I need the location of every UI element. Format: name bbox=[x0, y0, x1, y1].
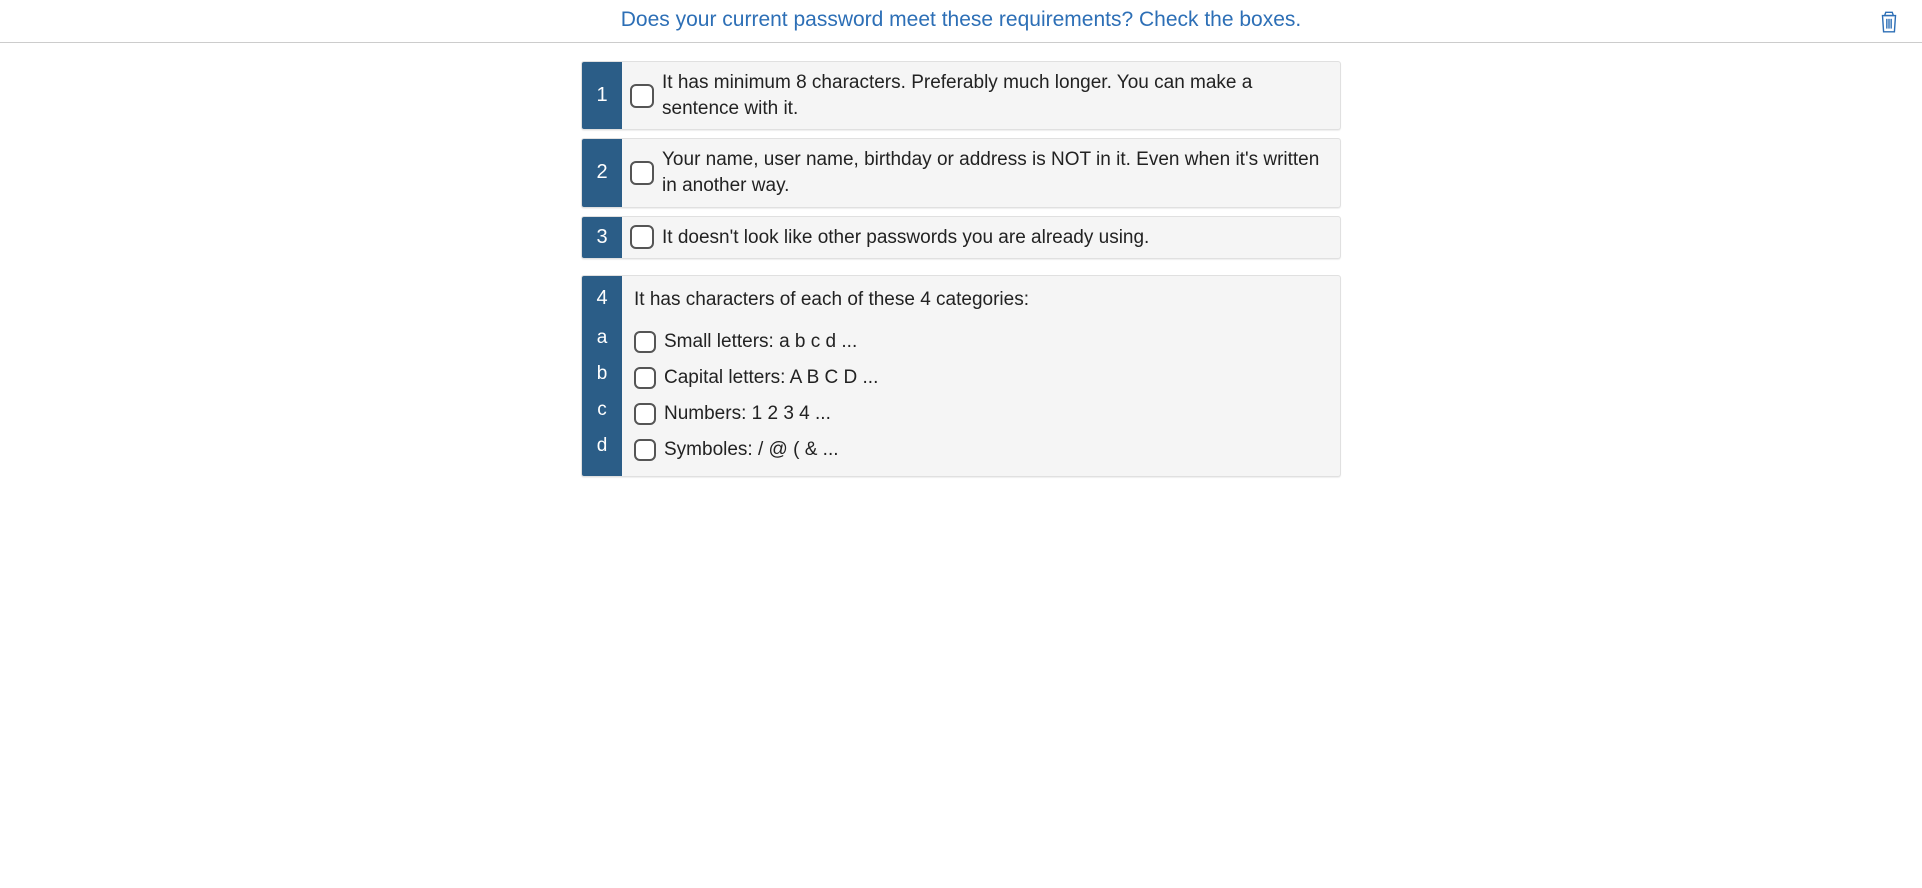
checkbox-4a[interactable] bbox=[634, 331, 656, 353]
sub-text: Symboles: / @ ( & ... bbox=[664, 437, 839, 463]
sub-item-d: Symboles: / @ ( & ... bbox=[634, 432, 1328, 468]
checkbox-4b[interactable] bbox=[634, 367, 656, 389]
group-title: It has characters of each of these 4 cat… bbox=[634, 280, 1328, 320]
delete-button[interactable] bbox=[1874, 6, 1904, 36]
requirement-item-4: 4 a b c d It has characters of each of t… bbox=[581, 275, 1341, 477]
sub-item-a: Small letters: a b c d ... bbox=[634, 324, 1328, 360]
item-body: It has minimum 8 characters. Preferably … bbox=[622, 62, 1340, 129]
checkbox-1[interactable] bbox=[630, 84, 654, 108]
checkbox-3[interactable] bbox=[630, 225, 654, 249]
item-number: 4 bbox=[582, 276, 622, 320]
item-body: Your name, user name, birthday or addres… bbox=[622, 139, 1340, 206]
requirement-item-1: 1 It has minimum 8 characters. Preferabl… bbox=[581, 61, 1341, 130]
sub-letter: d bbox=[582, 428, 622, 464]
sub-item-b: Capital letters: A B C D ... bbox=[634, 360, 1328, 396]
group-left-col: 4 a b c d bbox=[582, 276, 622, 476]
page-title: Does your current password meet these re… bbox=[621, 8, 1302, 32]
sub-text: Small letters: a b c d ... bbox=[664, 329, 857, 355]
item-number: 1 bbox=[582, 62, 622, 129]
group-right-col: It has characters of each of these 4 cat… bbox=[622, 276, 1340, 476]
trash-icon bbox=[1876, 6, 1902, 36]
sub-item-c: Numbers: 1 2 3 4 ... bbox=[634, 396, 1328, 432]
content-area: 1 It has minimum 8 characters. Preferabl… bbox=[581, 61, 1341, 477]
requirement-item-3: 3 It doesn't look like other passwords y… bbox=[581, 216, 1341, 260]
sub-text: Numbers: 1 2 3 4 ... bbox=[664, 401, 831, 427]
checkbox-4d[interactable] bbox=[634, 439, 656, 461]
item-number: 2 bbox=[582, 139, 622, 206]
item-text: Your name, user name, birthday or addres… bbox=[662, 147, 1328, 198]
item-text: It doesn't look like other passwords you… bbox=[662, 225, 1149, 251]
sub-letter: a bbox=[582, 320, 622, 356]
checkbox-2[interactable] bbox=[630, 161, 654, 185]
item-body: It doesn't look like other passwords you… bbox=[622, 217, 1340, 259]
item-text: It has minimum 8 characters. Preferably … bbox=[662, 70, 1328, 121]
requirement-item-2: 2 Your name, user name, birthday or addr… bbox=[581, 138, 1341, 207]
checkbox-4c[interactable] bbox=[634, 403, 656, 425]
sub-letter: c bbox=[582, 392, 622, 428]
page-header: Does your current password meet these re… bbox=[0, 0, 1922, 43]
item-number: 3 bbox=[582, 217, 622, 259]
sub-letter: b bbox=[582, 356, 622, 392]
sub-text: Capital letters: A B C D ... bbox=[664, 365, 878, 391]
